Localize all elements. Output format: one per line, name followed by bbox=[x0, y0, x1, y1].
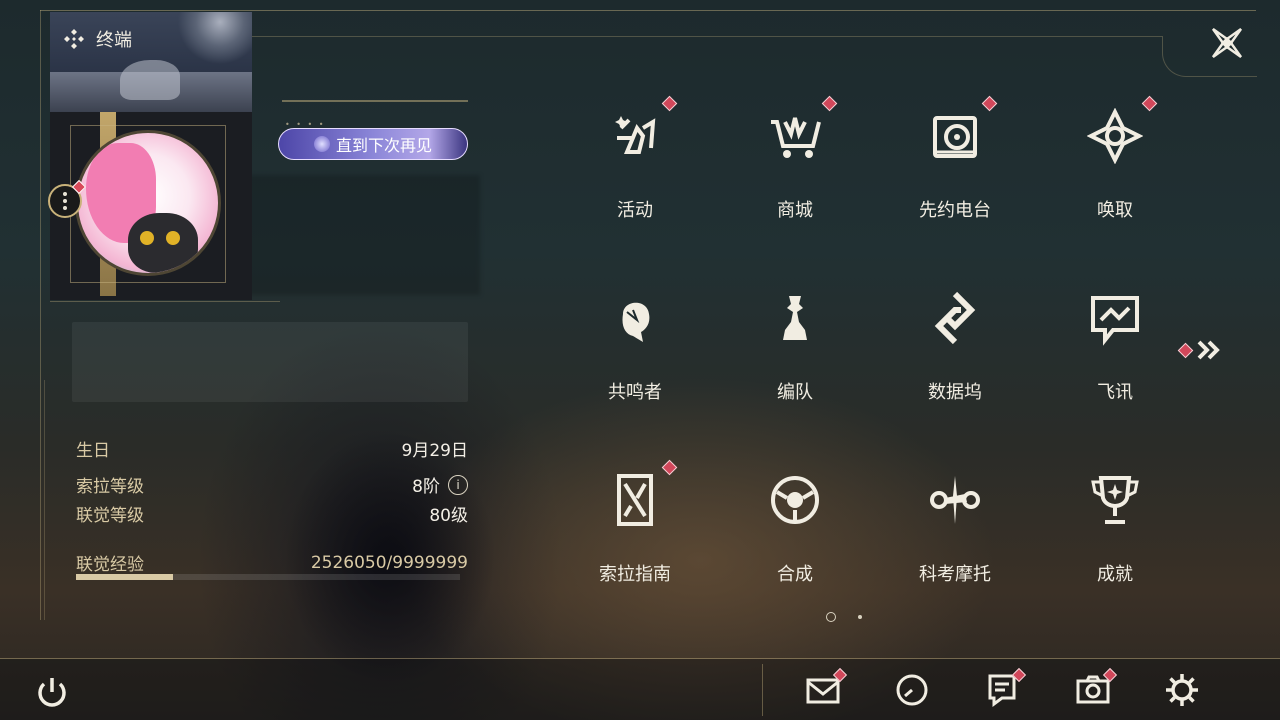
shop-cart-icon bbox=[771, 117, 821, 158]
menu-item-data-bank[interactable]: 数据坞 bbox=[890, 272, 1020, 432]
stat-union-level: 联觉等级 80级 bbox=[76, 501, 468, 526]
exp-progress-fill bbox=[76, 574, 173, 580]
bottom-border bbox=[0, 658, 1280, 659]
avatar-frame bbox=[70, 125, 226, 283]
clock-icon bbox=[896, 674, 928, 706]
blurred-signature-area bbox=[72, 322, 468, 402]
guide-book-icon bbox=[617, 474, 653, 526]
settings-button[interactable] bbox=[1160, 668, 1204, 712]
team-chess-icon bbox=[783, 296, 807, 340]
info-icon[interactable]: i bbox=[448, 474, 468, 495]
camera-button[interactable] bbox=[1071, 667, 1118, 712]
menu-item-guidebook[interactable]: 索拉指南 bbox=[570, 454, 700, 614]
menu-item-resonators[interactable]: 共鸣者 bbox=[570, 272, 700, 432]
stat-birthday: 生日 9月29日 bbox=[76, 436, 468, 461]
menu-item-label: 先约电台 bbox=[919, 200, 991, 221]
nameplate-gem-icon bbox=[313, 136, 330, 152]
menu-item-achievements[interactable]: 成就 bbox=[1050, 454, 1180, 614]
menu-item-label: 飞讯 bbox=[1097, 382, 1133, 403]
left-border bbox=[40, 10, 41, 620]
top-inner-border bbox=[252, 36, 1162, 37]
more-dots-icon bbox=[63, 191, 67, 212]
radio-icon bbox=[933, 116, 977, 158]
data-dock-icon bbox=[934, 291, 976, 345]
close-icon bbox=[1211, 27, 1243, 59]
exp-progress-bar bbox=[76, 574, 460, 580]
menu-item-motorcycle[interactable]: 科考摩托 bbox=[890, 454, 1020, 614]
synthesis-icon bbox=[771, 476, 819, 524]
stat-value: 9月29日 bbox=[401, 441, 468, 461]
trophy-icon bbox=[1091, 476, 1139, 524]
menu-item-team[interactable]: 编队 bbox=[730, 272, 860, 432]
clock-button[interactable] bbox=[890, 668, 934, 712]
left-border-inner bbox=[44, 380, 45, 620]
menu-item-messenger[interactable]: 飞讯 bbox=[1050, 272, 1180, 432]
stat-sol-rank: 索拉等级 8阶 i bbox=[76, 472, 468, 497]
menu-item-radio[interactable]: 先约电台 bbox=[890, 90, 1020, 250]
summon-compass-icon bbox=[1087, 108, 1143, 164]
bottom-divider bbox=[762, 664, 763, 716]
stat-value-wrap: 8阶 i bbox=[412, 472, 468, 497]
menu-item-label: 成就 bbox=[1097, 564, 1133, 585]
double-chevron-right-icon bbox=[1197, 340, 1220, 360]
menu-item-label: 活动 bbox=[617, 200, 653, 221]
blurred-uid-area bbox=[230, 175, 480, 295]
next-page-button[interactable] bbox=[1177, 338, 1223, 362]
diamond-cluster-icon bbox=[64, 29, 84, 49]
stat-label: 联觉经验 bbox=[76, 555, 144, 575]
nameplate-badge[interactable]: 直到下次再见 bbox=[278, 128, 468, 160]
page-dot[interactable] bbox=[858, 615, 862, 619]
menu-item-label: 唤取 bbox=[1097, 200, 1133, 221]
activity-icon bbox=[615, 116, 656, 154]
menu-item-label: 科考摩托 bbox=[919, 564, 991, 585]
menu-item-label: 索拉指南 bbox=[599, 564, 671, 585]
menu-item-label: 商城 bbox=[777, 200, 813, 221]
resonator-head-icon bbox=[622, 302, 650, 342]
stat-label: 联觉等级 bbox=[76, 506, 144, 526]
settings-gear-icon bbox=[1166, 674, 1198, 706]
close-button[interactable] bbox=[1206, 22, 1248, 64]
page-dot-active[interactable] bbox=[826, 612, 836, 622]
page-title: 终端 bbox=[96, 30, 132, 51]
name-divider bbox=[282, 100, 468, 102]
stat-label: 生日 bbox=[76, 441, 110, 461]
stat-value: 8阶 bbox=[412, 477, 440, 497]
stat-value: 80级 bbox=[429, 506, 468, 526]
notification-badge bbox=[1177, 342, 1194, 358]
mail-button[interactable] bbox=[801, 667, 848, 712]
top-border bbox=[40, 10, 1256, 11]
nameplate-text: 直到下次再见 bbox=[335, 136, 432, 155]
notice-button[interactable] bbox=[980, 667, 1027, 712]
menu-item-convene[interactable]: 唤取 bbox=[1050, 90, 1180, 250]
menu-item-label: 编队 bbox=[777, 382, 813, 403]
menu-item-shop[interactable]: 商城 bbox=[730, 90, 860, 250]
menu-grid: 活动 商城 先约电台 唤取 共鸣者 编队 数据坞 飞讯 索拉指南 合成 科考摩托… bbox=[570, 90, 1210, 650]
menu-item-synthesis[interactable]: 合成 bbox=[730, 454, 860, 614]
terminal-header: 终端 bbox=[62, 26, 132, 52]
avatar-divider bbox=[50, 301, 280, 302]
power-button[interactable] bbox=[30, 670, 74, 714]
stat-value: 2526050/9999999 bbox=[310, 552, 468, 573]
menu-item-events[interactable]: 活动 bbox=[570, 90, 700, 250]
menu-item-label: 合成 bbox=[777, 564, 813, 585]
stat-union-exp: 联觉经验 2526050/9999999 bbox=[76, 550, 468, 576]
power-icon bbox=[38, 678, 66, 707]
motorcycle-icon bbox=[930, 476, 980, 524]
stat-label: 索拉等级 bbox=[76, 477, 144, 497]
page-indicator bbox=[826, 612, 862, 622]
menu-item-label: 数据坞 bbox=[928, 382, 982, 403]
menu-item-label: 共鸣者 bbox=[608, 382, 662, 403]
messenger-icon bbox=[1091, 296, 1139, 346]
